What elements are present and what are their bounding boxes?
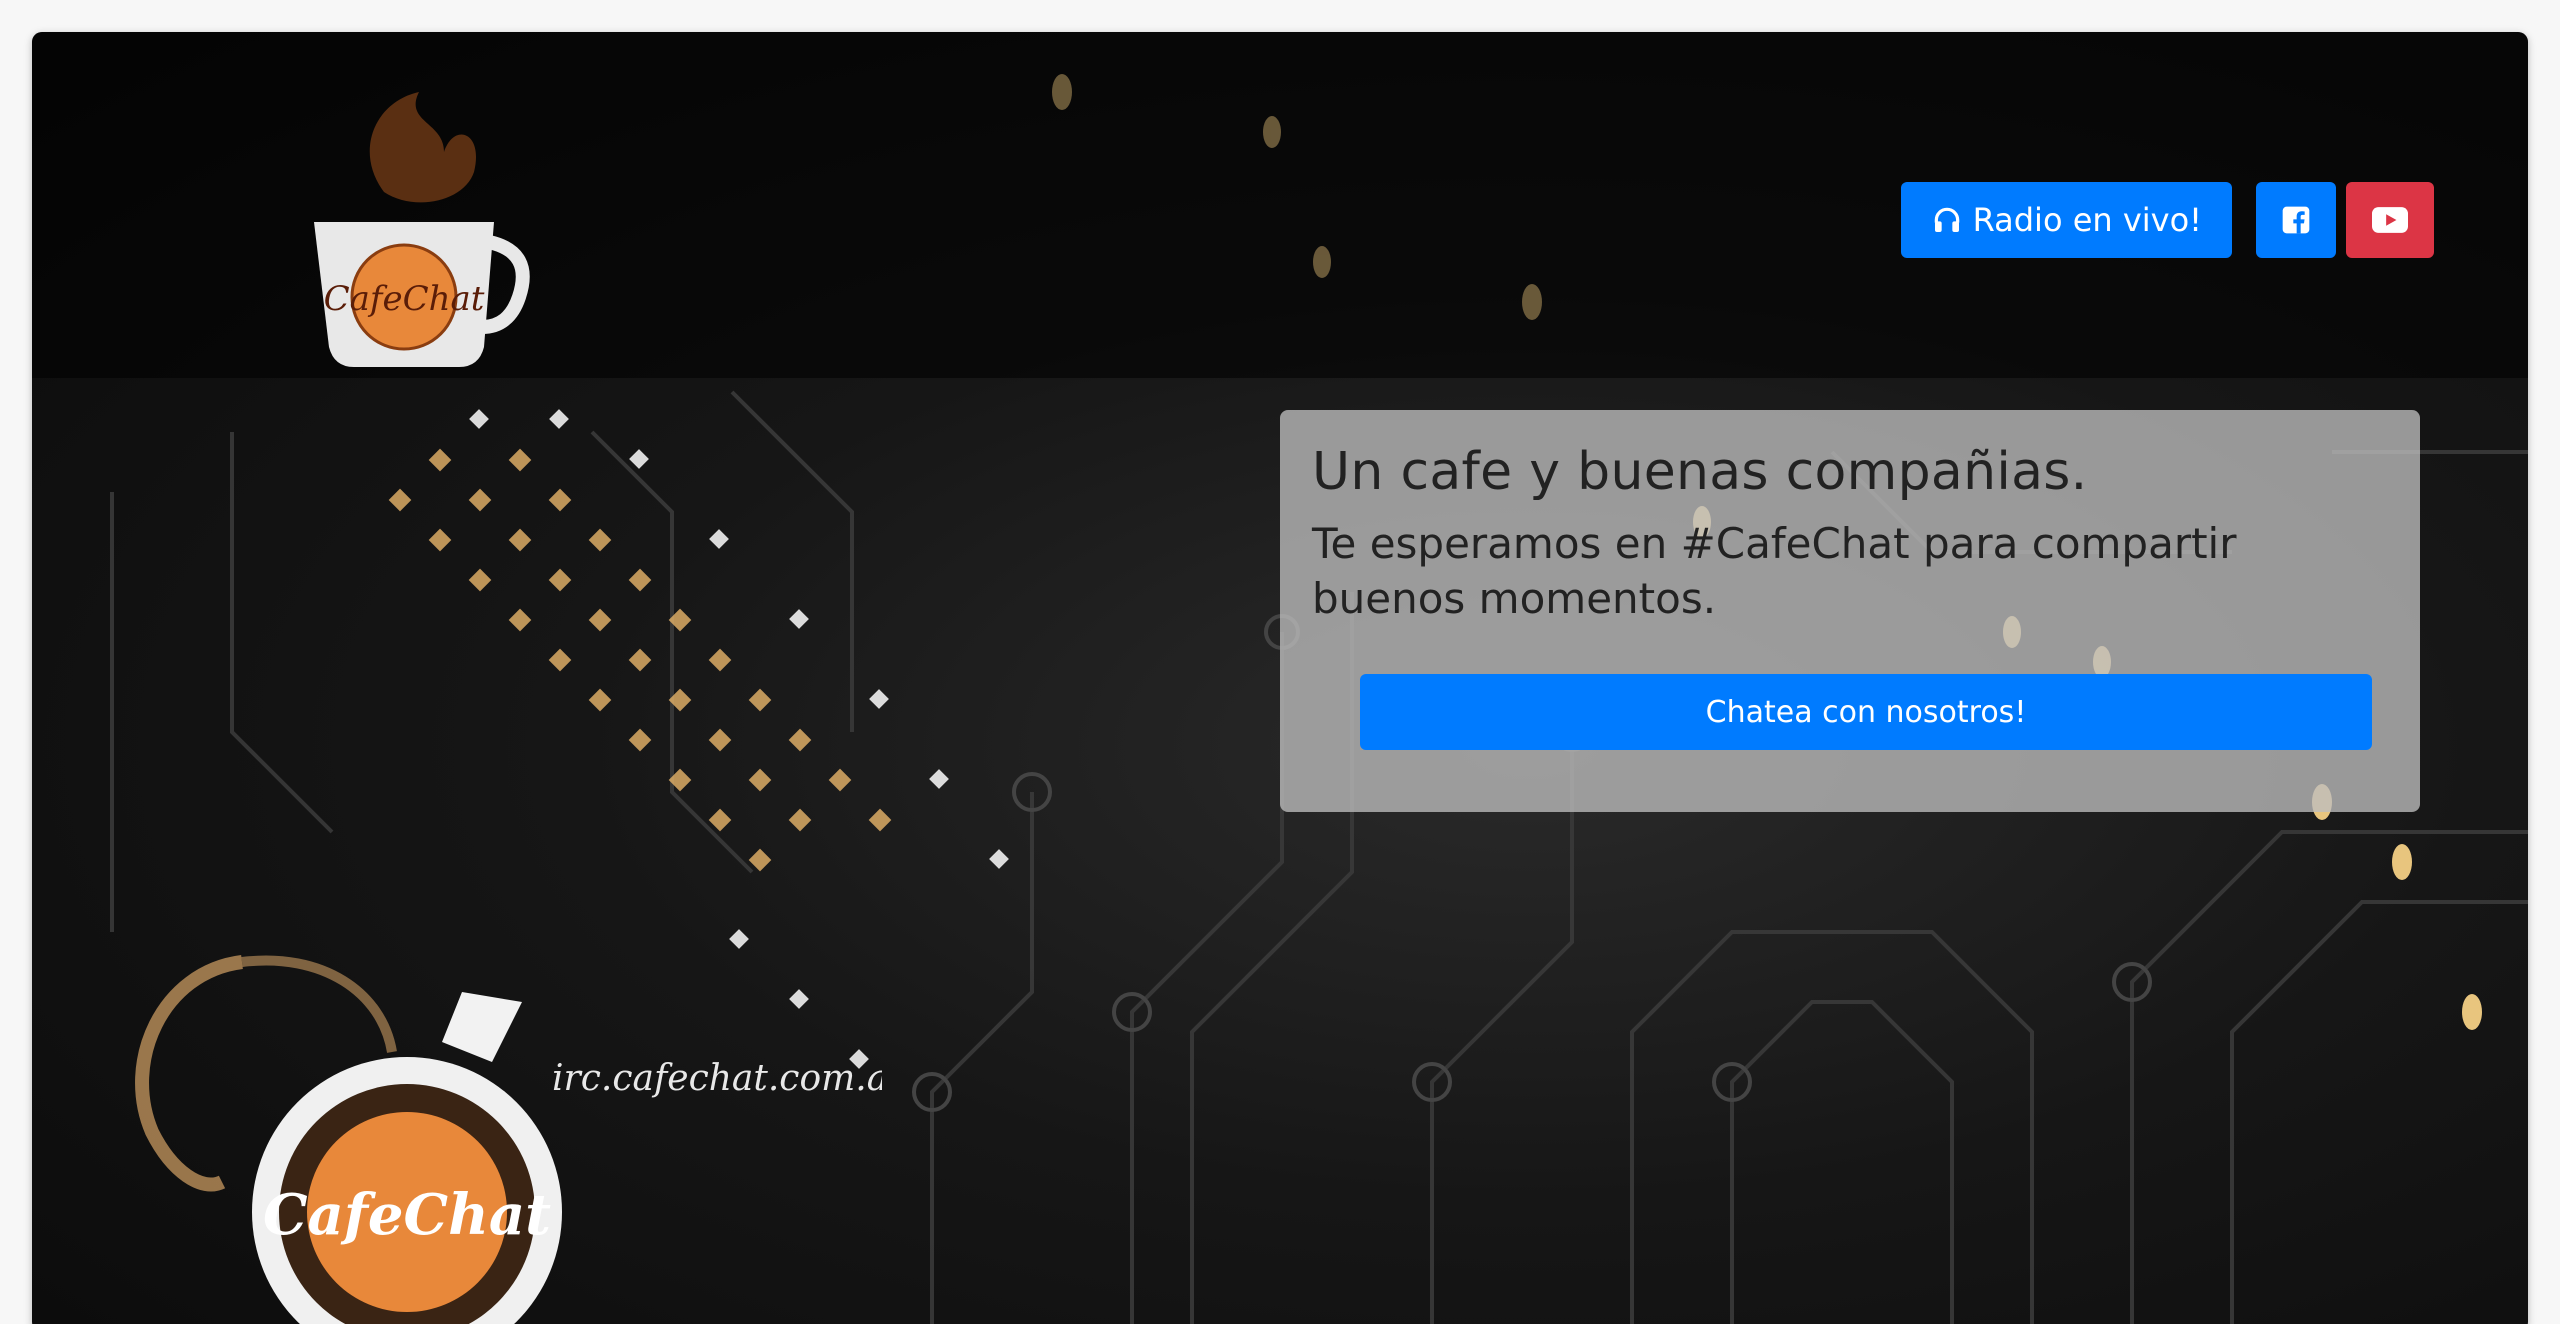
stamp-url-text: irc.cafechat.com.ar bbox=[552, 1058, 882, 1099]
facebook-button[interactable] bbox=[2256, 182, 2336, 258]
coffee-stamp-logo: CafeChat irc.cafechat.com.ar bbox=[135, 955, 882, 1324]
hero-subtitle: Te esperamos en #CafeChat para compartir… bbox=[1312, 519, 2237, 623]
chat-button[interactable]: Chatea con nosotros! bbox=[1360, 674, 2372, 750]
hero-title: Un cafe y buenas compañias. bbox=[1312, 442, 2088, 502]
stamp-logo-text: CafeChat bbox=[263, 1182, 551, 1248]
hero-section: CafeChat Radio en vivo! Un cafe y buenas… bbox=[32, 32, 2528, 1324]
logo-text: CafeChat bbox=[324, 279, 485, 319]
facebook-square-icon bbox=[2282, 206, 2310, 234]
headphones-icon bbox=[1934, 207, 1959, 232]
nav-actions: Radio en vivo! bbox=[1900, 182, 2434, 258]
radio-button-label: Radio en vivo! bbox=[1972, 201, 2202, 239]
youtube-icon bbox=[2372, 207, 2408, 233]
welcome-card: Un cafe y buenas compañias. Te esperamos… bbox=[1280, 410, 2420, 812]
cafechat-logo[interactable]: CafeChat bbox=[294, 82, 544, 372]
youtube-button[interactable] bbox=[2346, 182, 2434, 258]
radio-button[interactable]: Radio en vivo! bbox=[1900, 182, 2232, 258]
